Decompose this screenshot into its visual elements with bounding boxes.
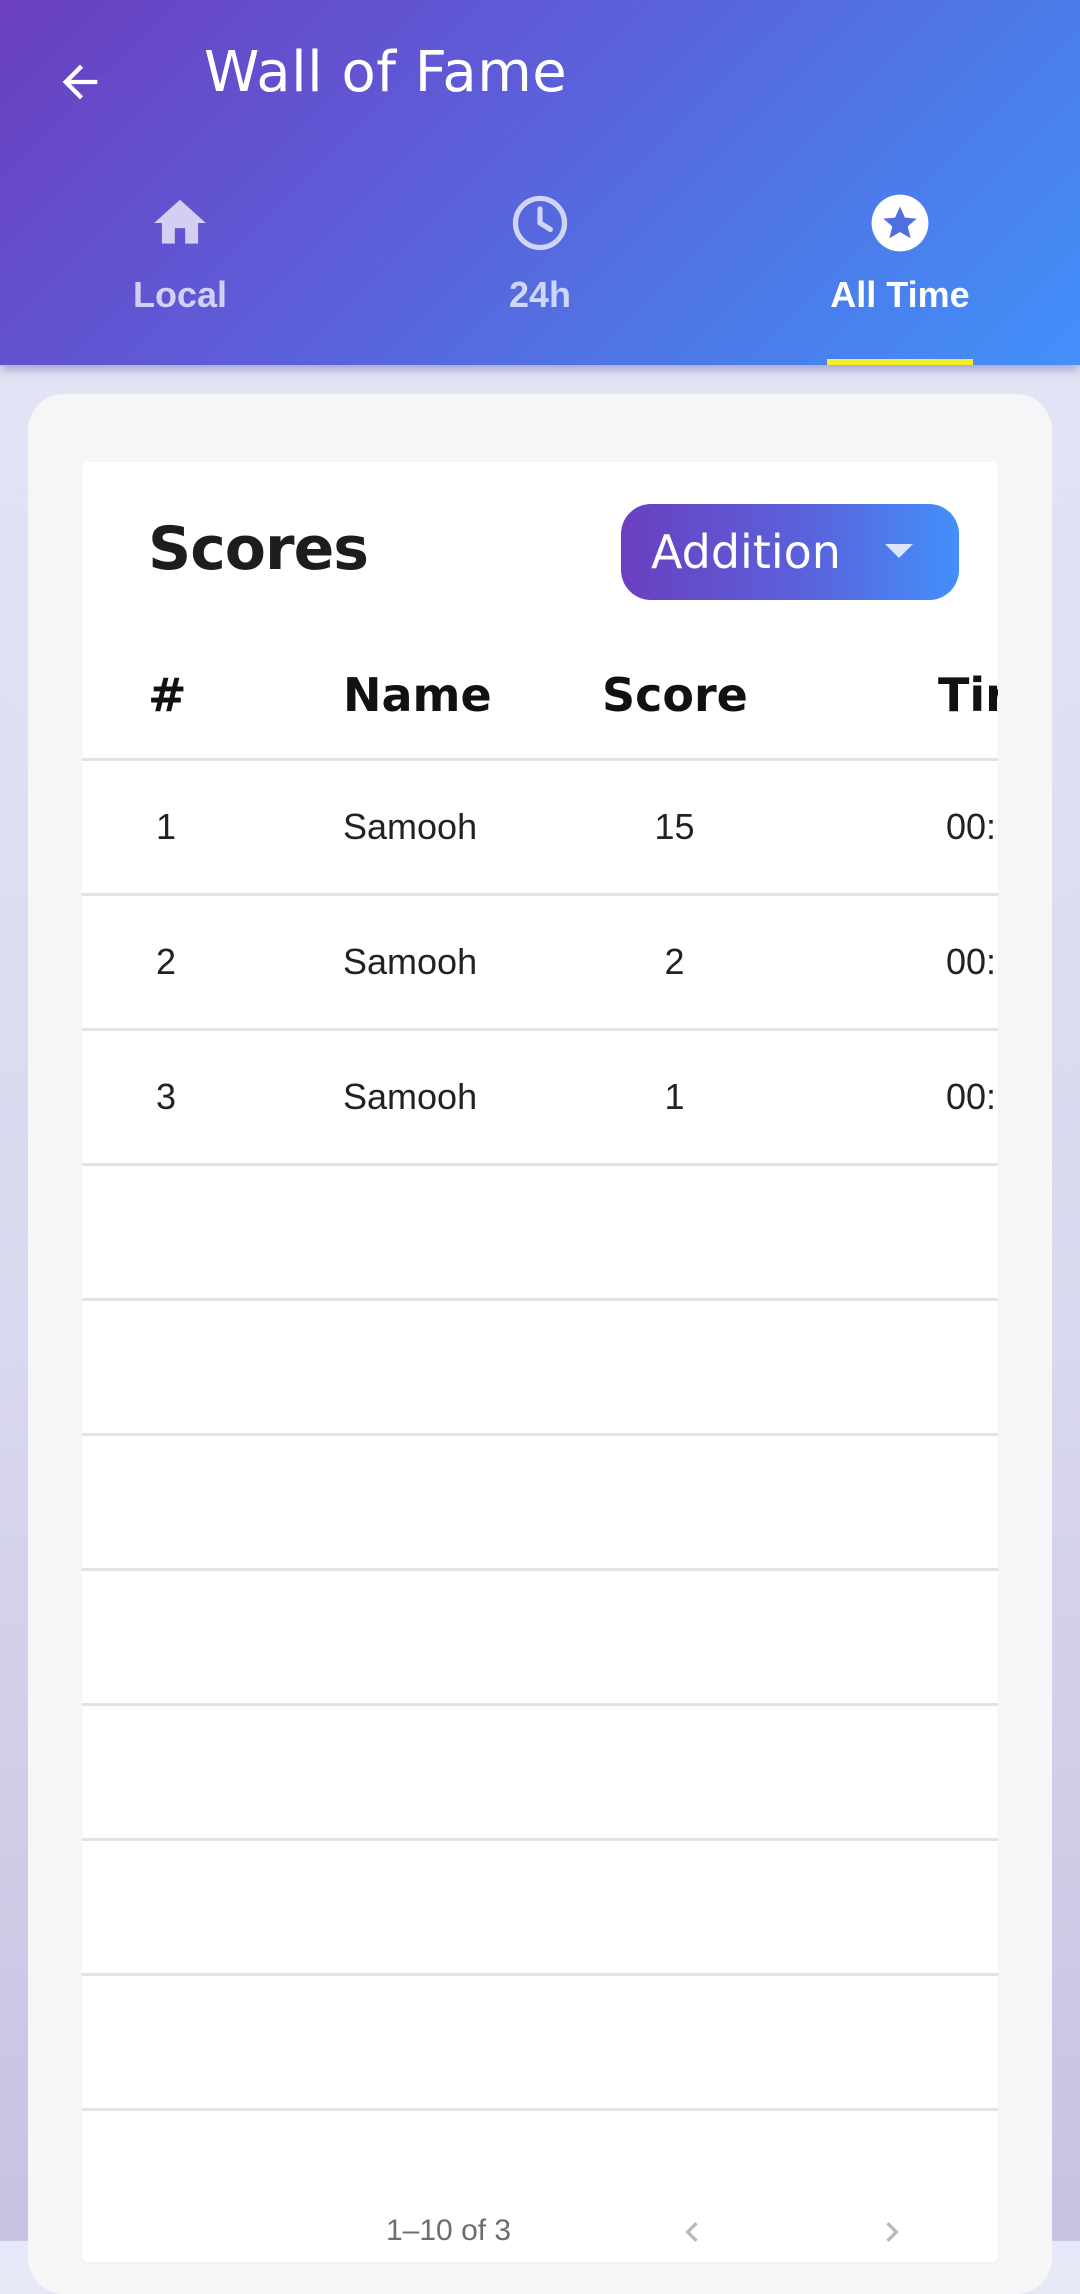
column-header-rank[interactable]: #	[148, 632, 187, 758]
scores-title: Scores	[148, 514, 369, 584]
scores-table-panel: Scores Addition # Name Score Tir 1 Samoo…	[82, 462, 998, 2262]
column-header-name[interactable]: Name	[343, 632, 492, 758]
table-row[interactable]: 3 Samooh 1 00:	[82, 1031, 998, 1166]
cell-name: Samooh	[343, 1076, 478, 1117]
page-title: Wall of Fame	[204, 40, 568, 105]
tab-24h[interactable]: 24h	[360, 180, 720, 365]
cell-name: Samooh	[343, 806, 478, 847]
table-row	[82, 1436, 998, 1571]
chevron-left-icon	[685, 2222, 698, 2242]
table-row	[82, 1976, 998, 2111]
previous-page-button[interactable]	[672, 2212, 712, 2252]
cell-time: 00:	[946, 941, 997, 982]
pagination-range: 1–10 of 3	[386, 2214, 512, 2247]
column-header-time[interactable]: Tir	[938, 632, 998, 758]
tab-label: All Time	[830, 274, 970, 315]
table-row[interactable]: 1 Samooh 15 00:	[82, 761, 998, 896]
app-header: Wall of Fame Local 24h All Time	[0, 0, 1080, 365]
chevron-right-icon	[886, 2222, 899, 2242]
tab-all-time[interactable]: All Time	[720, 180, 1080, 365]
tab-label: 24h	[508, 274, 572, 315]
back-button[interactable]	[42, 44, 118, 120]
cell-score: 2	[664, 941, 685, 982]
table-row	[82, 1301, 998, 1436]
pagination: 1–10 of 3	[82, 2202, 998, 2262]
column-header-score[interactable]: Score	[602, 632, 748, 758]
cell-rank: 2	[155, 941, 177, 982]
cell-time: 00:	[946, 1076, 997, 1117]
tab-label: Local	[132, 274, 228, 315]
cell-rank: 3	[155, 1076, 177, 1117]
table-row	[82, 1706, 998, 1841]
home-icon	[149, 192, 211, 254]
next-page-button[interactable]	[872, 2212, 912, 2252]
table-header: # Name Score Tir	[82, 632, 998, 761]
operation-select[interactable]: Addition	[621, 504, 959, 600]
active-tab-indicator	[827, 359, 973, 365]
arrow-back-icon	[62, 64, 98, 100]
star-icon	[869, 192, 931, 254]
cell-name: Samooh	[343, 941, 478, 982]
cell-score: 15	[654, 806, 695, 847]
table-body: 1 Samooh 15 00: 2 Samooh 2 00: 3 Samooh …	[82, 761, 998, 2111]
table-row	[82, 1841, 998, 1976]
caret-down-icon	[885, 544, 913, 558]
table-row	[82, 1166, 998, 1301]
cell-score: 1	[664, 1076, 685, 1117]
table-row[interactable]: 2 Samooh 2 00:	[82, 896, 998, 1031]
tab-bar: Local 24h All Time	[0, 180, 1080, 365]
tab-local[interactable]: Local	[0, 180, 360, 365]
clock-icon	[509, 192, 571, 254]
cell-rank: 1	[155, 806, 177, 847]
operation-select-value: Addition	[651, 525, 841, 579]
cell-time: 00:	[946, 806, 997, 847]
table-row	[82, 1571, 998, 1706]
